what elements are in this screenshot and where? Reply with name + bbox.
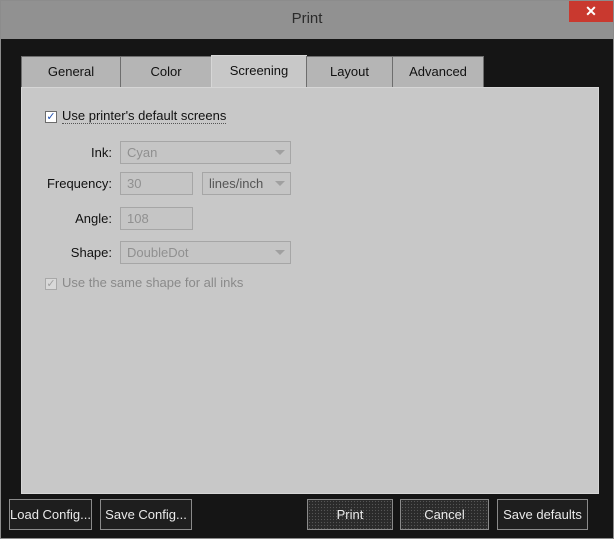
save-config-button[interactable]: Save Config... [100,499,192,530]
load-config-button[interactable]: Load Config... [9,499,92,530]
print-button[interactable]: Print [307,499,393,530]
tab-advanced-label: Advanced [409,64,467,79]
use-default-screens-checkbox[interactable]: ✓ [45,111,57,123]
print-dialog: Print ✕ General Color Screening Layout A… [0,0,614,539]
same-shape-all-inks-label: Use the same shape for all inks [62,275,244,290]
frequency-input[interactable]: 30 [120,172,193,195]
same-shape-all-inks-checkbox[interactable]: ✓ [45,278,57,290]
ink-select-value: Cyan [127,145,158,160]
ink-label: Ink: [91,145,112,160]
shape-select-value: DoubleDot [127,245,189,260]
save-config-label: Save Config... [105,507,187,522]
close-icon: ✕ [585,3,597,19]
cancel-button[interactable]: Cancel [400,499,489,530]
checkmark-icon: ✓ [46,278,56,290]
load-config-label: Load Config... [10,507,91,522]
chevron-down-icon [275,181,285,186]
tab-advanced[interactable]: Advanced [392,56,484,87]
window-title: Print [291,10,323,27]
angle-value: 108 [127,211,149,226]
tab-color-label: Color [150,64,182,79]
shape-label: Shape: [70,245,112,260]
cancel-label: Cancel [424,507,465,522]
use-default-screens-label[interactable]: Use printer's default screens [62,108,227,124]
tab-screening-label: Screening [229,63,289,78]
tab-screening[interactable]: Screening [211,55,307,88]
angle-input[interactable]: 108 [120,207,193,230]
angle-label: Angle: [75,211,112,226]
chevron-down-icon [275,150,285,155]
frequency-unit-select[interactable]: lines/inch [202,172,291,195]
close-button[interactable]: ✕ [569,1,613,22]
save-defaults-button[interactable]: Save defaults [497,499,588,530]
save-defaults-label: Save defaults [503,507,582,522]
frequency-value: 30 [127,176,142,191]
chevron-down-icon [275,250,285,255]
checkmark-icon: ✓ [46,111,56,123]
title-bar: Print ✕ [1,1,613,39]
print-label: Print [336,507,364,522]
frequency-label: Frequency: [46,176,112,191]
tab-layout-label: Layout [329,64,370,79]
tab-strip: General Color Screening Layout Advanced [21,55,599,88]
shape-select[interactable]: DoubleDot [120,241,291,264]
tab-color[interactable]: Color [120,56,212,87]
ink-select[interactable]: Cyan [120,141,291,164]
tab-general[interactable]: General [21,56,121,87]
frequency-unit-value: lines/inch [209,176,264,191]
screening-panel: ✓ Use printer's default screens Ink: Cya… [21,87,599,494]
tab-layout[interactable]: Layout [306,56,393,87]
tab-general-label: General [47,64,95,79]
